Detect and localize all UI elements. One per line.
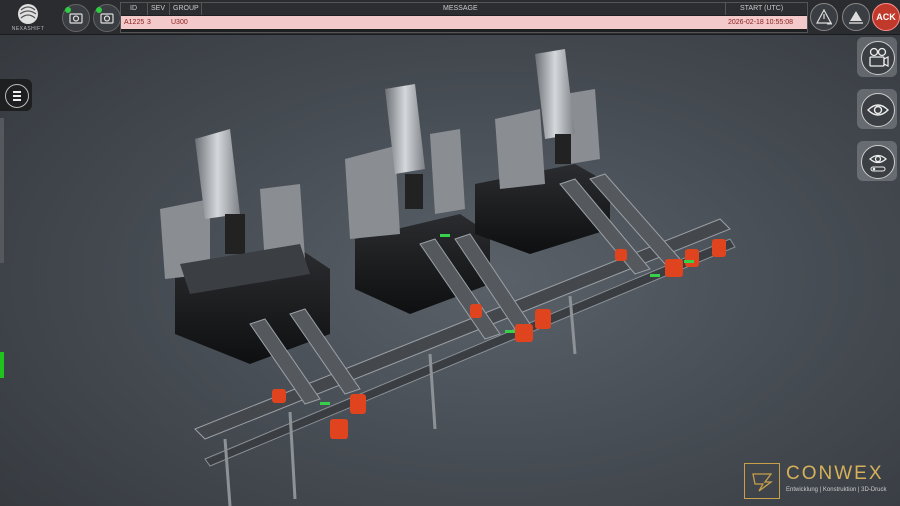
ack-button[interactable]: ACK xyxy=(872,3,900,31)
alarm-archive-button[interactable] xyxy=(842,3,870,31)
top-bar: NEXASHIFT ID SEV GROUP MESSAGE START (UT… xyxy=(0,0,900,35)
col-message: MESSAGE xyxy=(443,5,478,12)
alarm-archive-icon xyxy=(849,11,863,24)
measuring-machine-3[interactable] xyxy=(475,49,610,254)
factory-3d-scene[interactable] xyxy=(0,34,900,506)
alarm-table[interactable]: ID SEV GROUP MESSAGE START (UTC) A1225 3… xyxy=(120,2,808,33)
alarm-warning-button[interactable] xyxy=(810,3,838,31)
alarm-warning-icon xyxy=(815,8,833,25)
conwex-logo-icon xyxy=(744,463,780,499)
alarm-table-header: ID SEV GROUP MESSAGE START (UTC) xyxy=(121,3,807,15)
camera-view-button-1[interactable] xyxy=(62,4,90,32)
brand-name: CONWEX xyxy=(786,463,884,484)
measuring-machine-2[interactable] xyxy=(345,84,490,314)
conwex-watermark: CONWEX Entwicklung | Konstruktion | 3D-D… xyxy=(744,461,894,501)
alarm-group: U300 xyxy=(171,19,188,26)
alarm-start: 2026-02-18 10:55:08 xyxy=(728,19,793,26)
col-group: GROUP xyxy=(173,5,199,12)
col-sev: SEV xyxy=(151,5,166,12)
alarm-id: A1225 xyxy=(124,19,145,26)
col-id: ID xyxy=(130,5,137,12)
logo-text: NEXASHIFT xyxy=(11,26,45,32)
alarm-row[interactable]: A1225 3 U300 2026-02-18 10:55:08 xyxy=(121,16,807,29)
col-start: START (UTC) xyxy=(740,5,784,12)
alarm-sev: 3 xyxy=(147,19,151,26)
status-dot xyxy=(65,7,71,13)
company-logo: NEXASHIFT xyxy=(6,2,50,32)
camera-view-button-2[interactable] xyxy=(93,4,121,32)
brand-tagline: Entwicklung | Konstruktion | 3D-Druck xyxy=(786,487,887,493)
status-dot xyxy=(96,7,102,13)
